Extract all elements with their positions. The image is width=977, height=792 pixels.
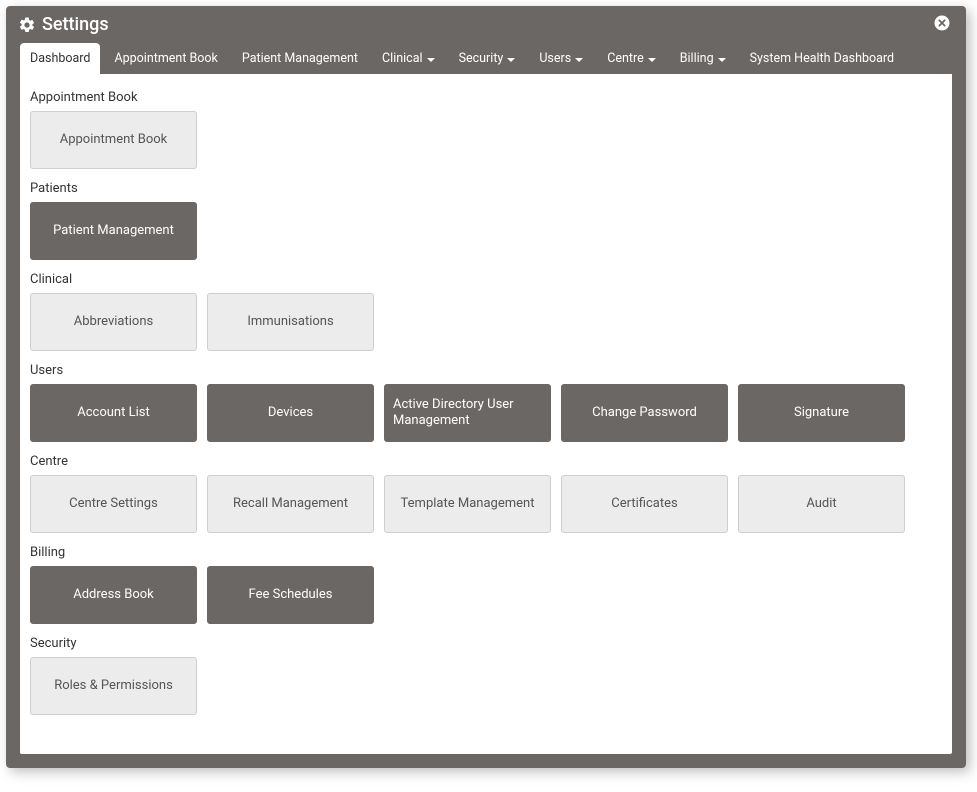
- tile-immunisations[interactable]: Immunisations: [207, 293, 374, 351]
- tile-row: Appointment Book: [30, 111, 942, 169]
- tile-signature[interactable]: Signature: [738, 384, 905, 442]
- titlebar-left: Settings: [18, 14, 109, 35]
- tile-label: Appointment Book: [60, 132, 168, 148]
- tile-label: Signature: [794, 405, 849, 421]
- nav-item-clinical[interactable]: Clinical: [372, 43, 445, 74]
- window-title: Settings: [42, 14, 109, 35]
- nav-item-users[interactable]: Users: [529, 43, 593, 74]
- nav-item-label: Dashboard: [30, 51, 90, 66]
- tile-label: Devices: [268, 405, 313, 421]
- tile-account-list[interactable]: Account List: [30, 384, 197, 442]
- gear-icon: [18, 16, 36, 34]
- tile-label: Patient Management: [53, 223, 174, 239]
- section-title: Billing: [30, 545, 942, 560]
- section-users: Users Account List Devices Active Directory…: [30, 363, 942, 442]
- nav-item-label: Clinical: [382, 51, 423, 66]
- tile-roles-permissions[interactable]: Roles & Permissions: [30, 657, 197, 715]
- tile-label: Active Directory User Management: [393, 397, 542, 430]
- nav-item-billing[interactable]: Billing: [670, 43, 736, 74]
- close-button[interactable]: [932, 15, 952, 35]
- section-title: Clinical: [30, 272, 942, 287]
- section-security: Security Roles & Permissions: [30, 636, 942, 715]
- tile-devices[interactable]: Devices: [207, 384, 374, 442]
- tile-label: Immunisations: [247, 314, 333, 330]
- nav-item-label: Appointment Book: [114, 51, 217, 66]
- tile-audit[interactable]: Audit: [738, 475, 905, 533]
- tile-label: Change Password: [592, 405, 697, 421]
- chevron-down-icon: [575, 58, 583, 62]
- tile-centre-settings[interactable]: Centre Settings: [30, 475, 197, 533]
- section-title: Users: [30, 363, 942, 378]
- tile-row: Roles & Permissions: [30, 657, 942, 715]
- section-title: Patients: [30, 181, 942, 196]
- tile-row: Abbreviations Immunisations: [30, 293, 942, 351]
- content-area: Appointment Book Appointment Book Patients…: [20, 74, 952, 754]
- tile-row: Account List Devices Active Directory User…: [30, 384, 942, 442]
- tile-change-password[interactable]: Change Password: [561, 384, 728, 442]
- close-icon: [933, 14, 951, 36]
- tile-label: Fee Schedules: [249, 587, 333, 603]
- section-title: Appointment Book: [30, 90, 942, 105]
- tile-patient-management[interactable]: Patient Management: [30, 202, 197, 260]
- nav-item-centre[interactable]: Centre: [597, 43, 666, 74]
- tile-label: Roles & Permissions: [54, 678, 173, 694]
- nav-item-label: Billing: [680, 51, 714, 66]
- tile-recall-management[interactable]: Recall Management: [207, 475, 374, 533]
- tile-template-management[interactable]: Template Management: [384, 475, 551, 533]
- nav-item-appointment-book[interactable]: Appointment Book: [104, 43, 227, 74]
- section-clinical: Clinical Abbreviations Immunisations: [30, 272, 942, 351]
- nav-item-label: System Health Dashboard: [750, 51, 894, 66]
- tile-certificates[interactable]: Certificates: [561, 475, 728, 533]
- nav-item-patient-management[interactable]: Patient Management: [232, 43, 368, 74]
- tile-fee-schedules[interactable]: Fee Schedules: [207, 566, 374, 624]
- tile-label: Centre Settings: [69, 496, 158, 512]
- nav-item-dashboard[interactable]: Dashboard: [20, 43, 100, 74]
- titlebar: Settings: [6, 6, 966, 41]
- tile-label: Abbreviations: [74, 314, 153, 330]
- chevron-down-icon: [507, 58, 515, 62]
- chevron-down-icon: [427, 58, 435, 62]
- tile-active-directory-user-management[interactable]: Active Directory User Management: [384, 384, 551, 442]
- tile-row: Address Book Fee Schedules: [30, 566, 942, 624]
- tile-label: Audit: [806, 496, 836, 512]
- tile-label: Template Management: [401, 496, 535, 512]
- tile-label: Certificates: [611, 496, 677, 512]
- tile-abbreviations[interactable]: Abbreviations: [30, 293, 197, 351]
- nav-item-label: Users: [539, 51, 571, 66]
- navbar-row: Dashboard Appointment Book Patient Managem…: [6, 41, 966, 74]
- chevron-down-icon: [648, 58, 656, 62]
- navbar: Dashboard Appointment Book Patient Managem…: [20, 41, 952, 74]
- tile-label: Account List: [77, 405, 149, 421]
- section-appointment-book: Appointment Book Appointment Book: [30, 90, 942, 169]
- section-billing: Billing Address Book Fee Schedules: [30, 545, 942, 624]
- chevron-down-icon: [718, 58, 726, 62]
- settings-window: Settings Dashboard Appointment Book Patien…: [6, 6, 966, 768]
- nav-item-label: Patient Management: [242, 51, 358, 66]
- section-centre: Centre Centre Settings Recall Management Te…: [30, 454, 942, 533]
- tile-label: Address Book: [73, 587, 153, 603]
- tile-row: Patient Management: [30, 202, 942, 260]
- tile-row: Centre Settings Recall Management Template…: [30, 475, 942, 533]
- tile-label: Recall Management: [233, 496, 348, 512]
- tile-appointment-book[interactable]: Appointment Book: [30, 111, 197, 169]
- nav-item-system-health-dashboard[interactable]: System Health Dashboard: [740, 43, 904, 74]
- nav-item-label: Security: [459, 51, 504, 66]
- section-title: Security: [30, 636, 942, 651]
- tile-address-book[interactable]: Address Book: [30, 566, 197, 624]
- nav-item-security[interactable]: Security: [449, 43, 526, 74]
- nav-item-label: Centre: [607, 51, 644, 66]
- section-title: Centre: [30, 454, 942, 469]
- section-patients: Patients Patient Management: [30, 181, 942, 260]
